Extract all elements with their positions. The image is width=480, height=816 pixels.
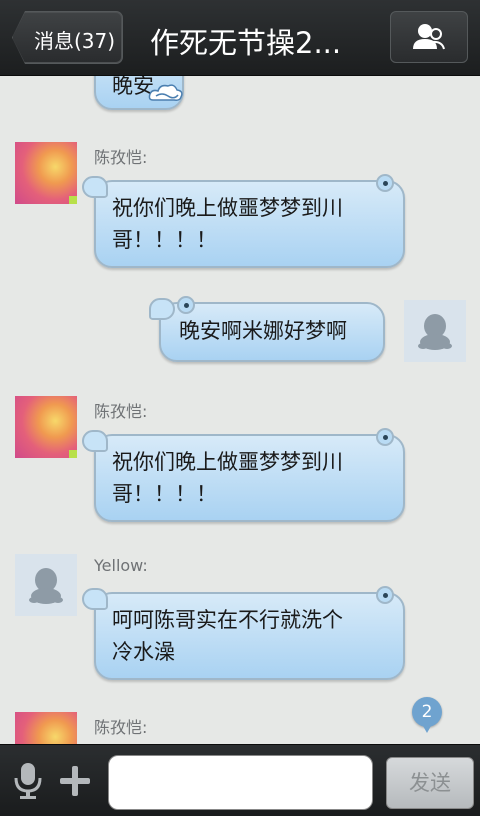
message-text-line: 冷水澡 [112,640,175,664]
sender-name: 陈孜恺: [94,148,148,167]
plus-button[interactable] [57,763,93,799]
bubble-eye [376,428,394,446]
message-bubble[interactable]: 祝你们晚上做噩梦梦到川 哥！！！！ [82,428,405,522]
message-list[interactable]: 晚安 陈孜恺: 祝你们晚上做噩梦梦到川 哥！！！！ 晚安啊米娜好梦啊 陈孜恺: … [0,76,480,744]
group-members-icon [413,24,445,50]
plus-icon [60,766,90,796]
bubble-eye [376,174,394,192]
cloud-icon [148,84,183,101]
bubble-eye [376,586,394,604]
message-bubble[interactable]: 祝你们晚上做噩梦梦到川 哥！！！！ [82,174,405,268]
avatar[interactable] [404,300,466,362]
microphone-icon [14,763,42,799]
message-text-line: 祝你们晚上做噩梦梦到川 [112,196,343,220]
avatar[interactable] [15,554,77,616]
back-button-label[interactable]: 消息(37) [34,25,115,54]
message-text-line: 晚安啊米娜好梦啊 [179,319,347,343]
message-text-line: 祝你们晚上做噩梦梦到川 [112,450,343,474]
unread-count-badge[interactable]: 2 [412,697,442,733]
qq-default-avatar-icon [29,568,63,604]
input-bar: 发送 [0,744,480,816]
bubble-ear [82,588,108,610]
bubble-ear [82,430,108,452]
sender-name: Yellow: [94,556,148,575]
message-text-line: 哥！！！！ [112,228,217,252]
message-text-line: 呵呵陈哥实在不行就洗个 [112,608,343,632]
bubble-ear [82,176,108,198]
chat-header: 消息(37) 作死无节操2... [0,0,480,76]
sender-name: 陈孜恺: [94,718,148,737]
avatar[interactable] [15,396,77,458]
bubble-eye [177,296,195,314]
message-text-line: 哥！！！！ [112,482,217,506]
message-bubble[interactable]: 晚安啊米娜好梦啊 [149,296,385,362]
qq-default-avatar-icon [418,314,452,350]
group-members-button[interactable] [390,11,468,63]
message-input[interactable] [108,755,373,810]
chat-title: 作死无节操2... [150,26,342,60]
sender-name: 陈孜恺: [94,402,148,421]
avatar[interactable] [15,712,77,744]
bubble-ear [149,298,175,320]
avatar[interactable] [15,142,77,204]
message-bubble[interactable]: 晚安 [94,76,184,110]
voice-button[interactable] [10,761,46,801]
message-bubble[interactable]: 呵呵陈哥实在不行就洗个 冷水澡 [82,586,405,680]
send-button[interactable]: 发送 [386,757,474,809]
